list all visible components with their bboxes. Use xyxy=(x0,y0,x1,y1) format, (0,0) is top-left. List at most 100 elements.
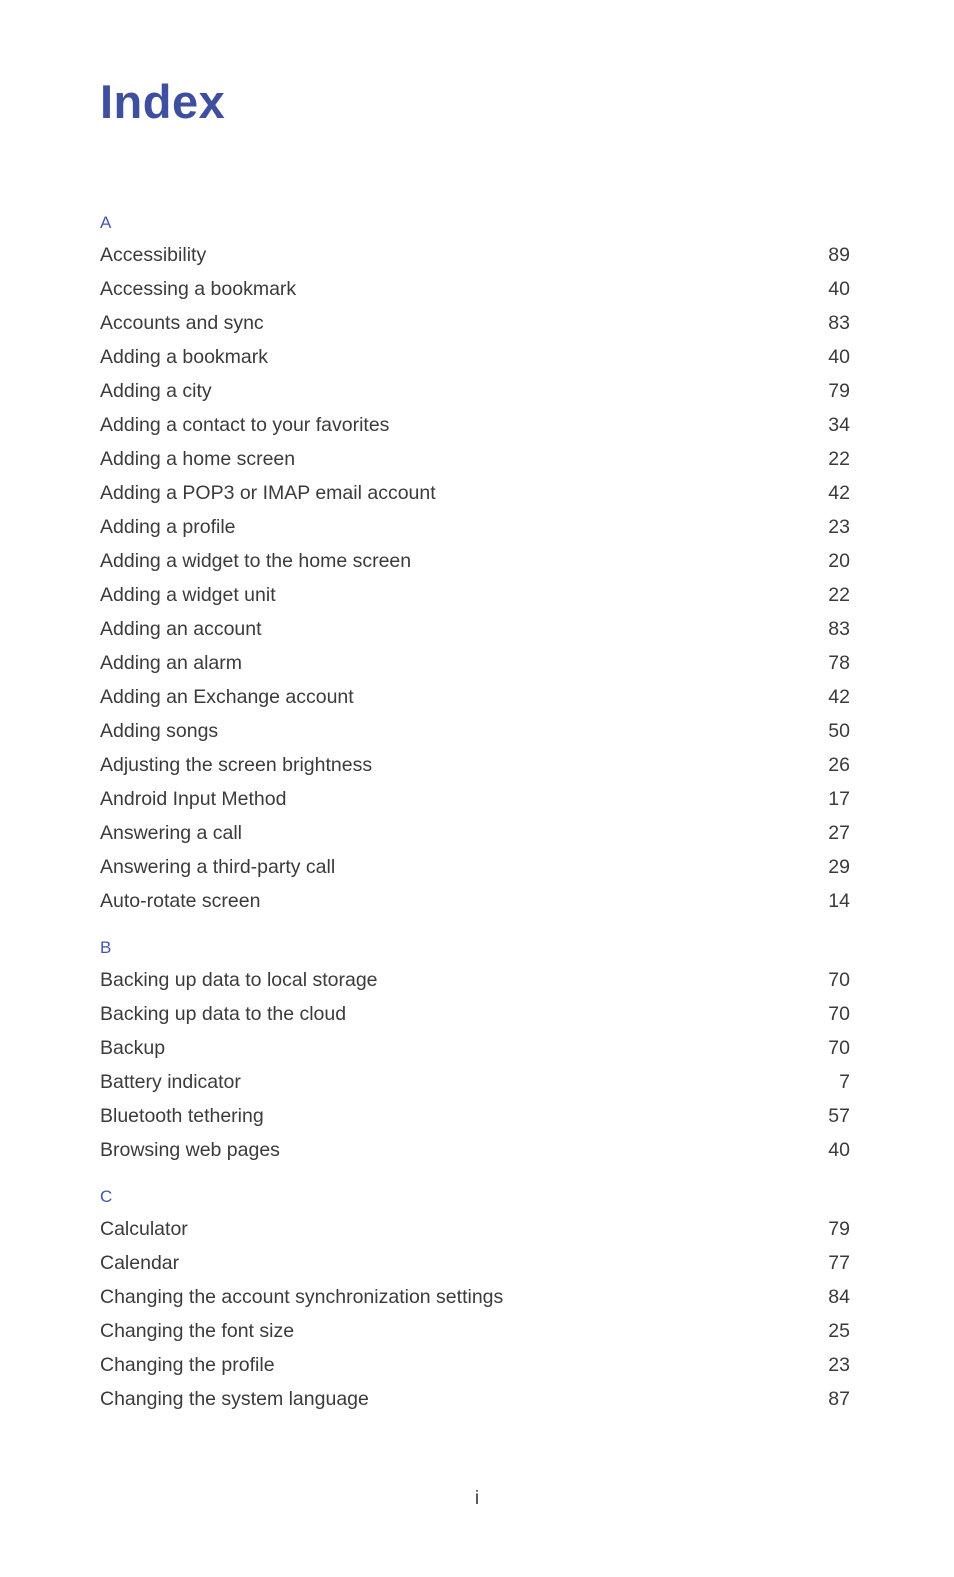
index-entry-page-number: 70 xyxy=(828,1037,850,1059)
index-entry[interactable]: Adding a widget to the home screen 20 xyxy=(100,544,850,578)
index-entry-label: Battery indicator xyxy=(100,1071,241,1093)
index-entry[interactable]: Bluetooth tethering 57 xyxy=(100,1099,850,1133)
index-entry[interactable]: Adding a home screen 22 xyxy=(100,442,850,476)
index-entry-label: Calendar xyxy=(100,1252,180,1274)
index-entry[interactable]: Changing the profile 23 xyxy=(100,1348,850,1382)
index-entry-label: Android Input Method xyxy=(100,788,287,810)
index-entry-page-number: 79 xyxy=(828,380,850,402)
index-entry[interactable]: Battery indicator 7 xyxy=(100,1065,850,1099)
index-entry-label: Auto-rotate screen xyxy=(100,890,261,912)
index-entry-page-number: 29 xyxy=(828,856,850,878)
index-entry-label: Adding an alarm xyxy=(100,652,243,674)
index-entry[interactable]: Auto-rotate screen 14 xyxy=(100,884,850,918)
index-entry-label: Adding an account xyxy=(100,618,262,640)
index-entry[interactable]: Adding a widget unit 22 xyxy=(100,578,850,612)
section-letter-a: A xyxy=(100,213,112,232)
index-entry-label: Browsing web pages xyxy=(100,1139,280,1161)
index-entry-page-number: 26 xyxy=(828,754,850,776)
index-entry-label: Changing the font size xyxy=(100,1320,295,1342)
index-entry-label: Accessibility xyxy=(100,244,207,266)
index-entry-page-number: 70 xyxy=(828,1003,850,1025)
index-entry-label: Answering a third-party call xyxy=(100,856,336,878)
footer-page-number: i xyxy=(474,1488,480,1509)
index-entry-page-number: 77 xyxy=(828,1252,850,1274)
index-entry[interactable]: Accessing a bookmark 40 xyxy=(100,272,850,306)
index-entry[interactable]: Backup 70 xyxy=(100,1031,850,1065)
index-entry[interactable]: Browsing web pages 40 xyxy=(100,1133,850,1167)
index-entry-label: Adding a profile xyxy=(100,516,236,538)
index-entry-page-number: 22 xyxy=(828,584,850,606)
index-entry[interactable]: Adding an Exchange account 42 xyxy=(100,680,850,714)
index-entry-page-number: 7 xyxy=(839,1071,850,1093)
index-entry[interactable]: Changing the system language 87 xyxy=(100,1382,850,1416)
index-entry[interactable]: Adding a POP3 or IMAP email account 42 xyxy=(100,476,850,510)
index-entry[interactable]: Adding an alarm 78 xyxy=(100,646,850,680)
index-entry-label: Adding a POP3 or IMAP email account xyxy=(100,482,436,504)
index-entry-page-number: 87 xyxy=(828,1388,850,1410)
index-entry-label: Adding songs xyxy=(100,720,219,742)
index-entry[interactable]: Changing the account synchronization set… xyxy=(100,1280,850,1314)
index-entry-label: Calculator xyxy=(100,1218,188,1240)
index-entry[interactable]: Calculator 79 xyxy=(100,1212,850,1246)
index-entry-page-number: 79 xyxy=(828,1218,850,1240)
index-entry-label: Adding a widget unit xyxy=(100,584,276,606)
index-entry[interactable]: Changing the font size 25 xyxy=(100,1314,850,1348)
index-entry-page-number: 78 xyxy=(828,652,850,674)
index-entry-page-number: 22 xyxy=(828,448,850,470)
index-entry[interactable]: Accessibility 89 xyxy=(100,238,850,272)
index-entry[interactable]: Backing up data to the cloud 70 xyxy=(100,997,850,1031)
index-entry[interactable]: Android Input Method 17 xyxy=(100,782,850,816)
index-entry[interactable]: Adding an account 83 xyxy=(100,612,850,646)
index-entry-label: Changing the profile xyxy=(100,1354,275,1376)
index-entry[interactable]: Backing up data to local storage 70 xyxy=(100,963,850,997)
index-entry-page-number: 83 xyxy=(828,618,850,640)
index-entry[interactable]: Adding a profile 23 xyxy=(100,510,850,544)
index-entry[interactable]: Adding songs 50 xyxy=(100,714,850,748)
index-entry-label: Bluetooth tethering xyxy=(100,1105,264,1127)
index-entry-label: Adding a contact to your favorites xyxy=(100,414,390,436)
page-title: Index xyxy=(100,75,226,128)
index-entry-page-number: 25 xyxy=(828,1320,850,1342)
index-section: A Accessibility 89 Accessing a bookmark 40 Ac… xyxy=(100,208,850,918)
section-letter-c: C xyxy=(100,1187,113,1206)
index-entry-page-number: 57 xyxy=(828,1105,850,1127)
index-entry[interactable]: Adjusting the screen brightness 26 xyxy=(100,748,850,782)
index-entry-label: Backup xyxy=(100,1037,166,1059)
index-entry-list: A Accessibility 89 Accessing a bookmark 40 Ac… xyxy=(100,208,850,1416)
index-entry-page-number: 83 xyxy=(828,312,850,334)
index-section: B Backing up data to local storage 70 Backi… xyxy=(100,933,850,1167)
index-entry-page-number: 34 xyxy=(828,414,850,436)
index-page: Index A Accessibility 89 Accessing a bookma… xyxy=(0,0,954,1577)
index-entry[interactable]: Calendar 77 xyxy=(100,1246,850,1280)
index-entry-label: Backing up data to local storage xyxy=(100,969,378,991)
index-entry-label: Backing up data to the cloud xyxy=(100,1003,347,1025)
index-entry-page-number: 23 xyxy=(828,1354,850,1376)
index-entry[interactable]: Answering a third-party call 29 xyxy=(100,850,850,884)
index-entry[interactable]: Adding a contact to your favorites 34 xyxy=(100,408,850,442)
index-entry-label: Answering a call xyxy=(100,822,242,844)
index-entry-label: Adjusting the screen brightness xyxy=(100,754,373,776)
index-entry[interactable]: Accounts and sync 83 xyxy=(100,306,850,340)
index-entry[interactable]: Adding a city 79 xyxy=(100,374,850,408)
index-entry-label: Accounts and sync xyxy=(100,312,264,334)
index-entry-label: Adding a widget to the home screen xyxy=(100,550,412,572)
index-section: C Calculator 79 Calendar 77 Changing the acco… xyxy=(100,1182,850,1416)
index-entry-page-number: 14 xyxy=(828,890,850,912)
index-entry-page-number: 42 xyxy=(828,482,850,504)
index-entry[interactable]: Answering a call 27 xyxy=(100,816,850,850)
index-entry-label: Adding a home screen xyxy=(100,448,296,470)
section-letter-b: B xyxy=(100,938,112,957)
index-entry-page-number: 27 xyxy=(828,822,850,844)
index-entry[interactable]: Adding a bookmark 40 xyxy=(100,340,850,374)
index-entry-page-number: 23 xyxy=(828,516,850,538)
index-entry-label: Changing the system language xyxy=(100,1388,369,1410)
index-entry-label: Adding a city xyxy=(100,380,212,402)
index-entry-label: Adding an Exchange account xyxy=(100,686,354,708)
index-entry-label: Changing the account synchronization set… xyxy=(100,1286,504,1308)
index-entry-page-number: 70 xyxy=(828,969,850,991)
index-entry-page-number: 40 xyxy=(828,1139,850,1161)
index-entry-page-number: 40 xyxy=(828,346,850,368)
index-entry-page-number: 42 xyxy=(828,686,850,708)
index-entry-page-number: 17 xyxy=(828,788,850,810)
index-entry-page-number: 20 xyxy=(828,550,850,572)
